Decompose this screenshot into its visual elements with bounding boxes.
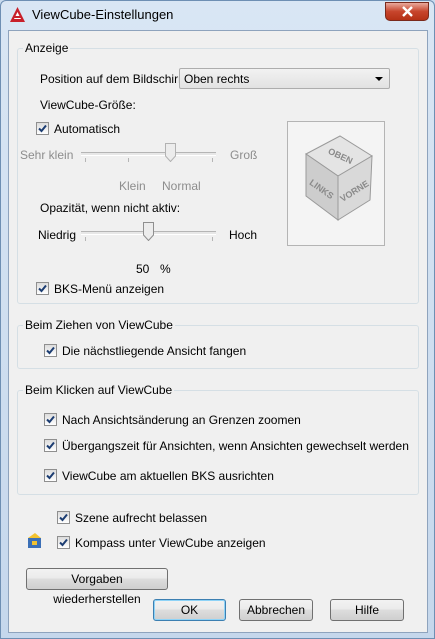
checkmark-icon (59, 538, 68, 547)
checkmark-icon (46, 415, 55, 424)
opacity-label: Opazität, wenn nicht aktiv: (40, 201, 181, 215)
checkmark-icon (38, 124, 47, 133)
size-slider-thumb[interactable] (165, 143, 176, 162)
show-compass-checkbox[interactable] (57, 536, 70, 549)
position-dropdown-value: Oben rechts (184, 72, 250, 86)
checkmark-icon (38, 284, 47, 293)
drag-group: Beim Ziehen von ViewCube Die nächstliege… (17, 318, 419, 369)
zoom-extents-checkbox[interactable] (44, 413, 57, 426)
opacity-min-label: Niedrig (38, 228, 77, 242)
keep-upright-label: Szene aufrecht belassen (75, 511, 208, 525)
checkmark-icon (46, 441, 55, 450)
drag-group-title: Beim Ziehen von ViewCube (23, 318, 175, 332)
opacity-value: 50 (136, 262, 150, 276)
window-title: ViewCube-Einstellungen (32, 7, 174, 22)
viewcube-icon: OBEN LINKS VORNE (305, 135, 373, 221)
align-ucs-label: ViewCube am aktuellen BKS ausrichten (62, 469, 274, 483)
opacity-slider-tick (85, 237, 86, 241)
position-dropdown[interactable]: Oben rechts (179, 68, 390, 89)
size-klein-label: Klein (119, 179, 146, 193)
size-slider-track[interactable] (81, 152, 216, 156)
size-slider-tick (85, 158, 86, 162)
ucs-menu-label: BKS-Menü anzeigen (54, 282, 165, 296)
auto-size-checkbox[interactable] (36, 122, 49, 135)
zoom-extents-label: Nach Ansichtsänderung an Grenzen zoomen (62, 413, 301, 427)
checkmark-icon (59, 513, 68, 522)
opacity-unit: % (160, 262, 171, 276)
ok-button[interactable]: OK (153, 599, 226, 621)
opacity-slider-tick (212, 237, 213, 241)
opacity-max-label: Hoch (229, 228, 258, 242)
title-bar[interactable]: ViewCube-Einstellungen (1, 1, 434, 29)
close-button[interactable] (385, 2, 429, 21)
click-group: Beim Klicken auf ViewCube Nach Ansichtsä… (17, 383, 419, 495)
size-label: ViewCube-Größe: (40, 98, 136, 112)
align-ucs-checkbox[interactable] (44, 469, 57, 482)
keep-upright-checkbox[interactable] (57, 511, 70, 524)
chevron-down-icon (375, 77, 383, 81)
size-normal-label: Normal (162, 179, 201, 193)
auto-size-label: Automatisch (54, 122, 121, 136)
transition-checkbox[interactable] (44, 439, 57, 452)
dialog-window: ViewCube-Einstellungen Anzeige Position … (0, 0, 435, 639)
click-group-title: Beim Klicken auf ViewCube (23, 383, 175, 397)
close-icon (402, 6, 413, 17)
size-slider-tick (212, 158, 213, 162)
size-slider-tick (128, 158, 129, 162)
snap-view-checkbox[interactable] (44, 344, 57, 357)
show-compass-label: Kompass unter ViewCube anzeigen (75, 536, 266, 550)
position-label: Position auf dem Bildschirm: (40, 72, 192, 86)
compass-icon (28, 533, 41, 548)
help-button[interactable]: Hilfe (330, 599, 404, 621)
checkmark-icon (46, 346, 55, 355)
restore-defaults-button[interactable]: Vorgaben wiederherstellen (26, 568, 168, 606)
cancel-button[interactable]: Abbrechen (239, 599, 313, 621)
autocad-logo-icon (10, 7, 25, 22)
opacity-slider-thumb[interactable] (143, 222, 154, 241)
ucs-menu-checkbox[interactable] (36, 282, 49, 295)
viewcube-preview: OBEN LINKS VORNE (287, 121, 385, 246)
display-group-title: Anzeige (23, 41, 71, 55)
checkmark-icon (46, 471, 55, 480)
dialog-body: Anzeige Position auf dem Bildschirm: Obe… (8, 30, 428, 633)
snap-view-label: Die nächstliegende Ansicht fangen (62, 344, 247, 358)
size-min-label: Sehr klein (20, 148, 74, 162)
transition-label: Übergangszeit für Ansichten, wenn Ansich… (62, 439, 409, 453)
size-max-label: Groß (230, 148, 258, 162)
